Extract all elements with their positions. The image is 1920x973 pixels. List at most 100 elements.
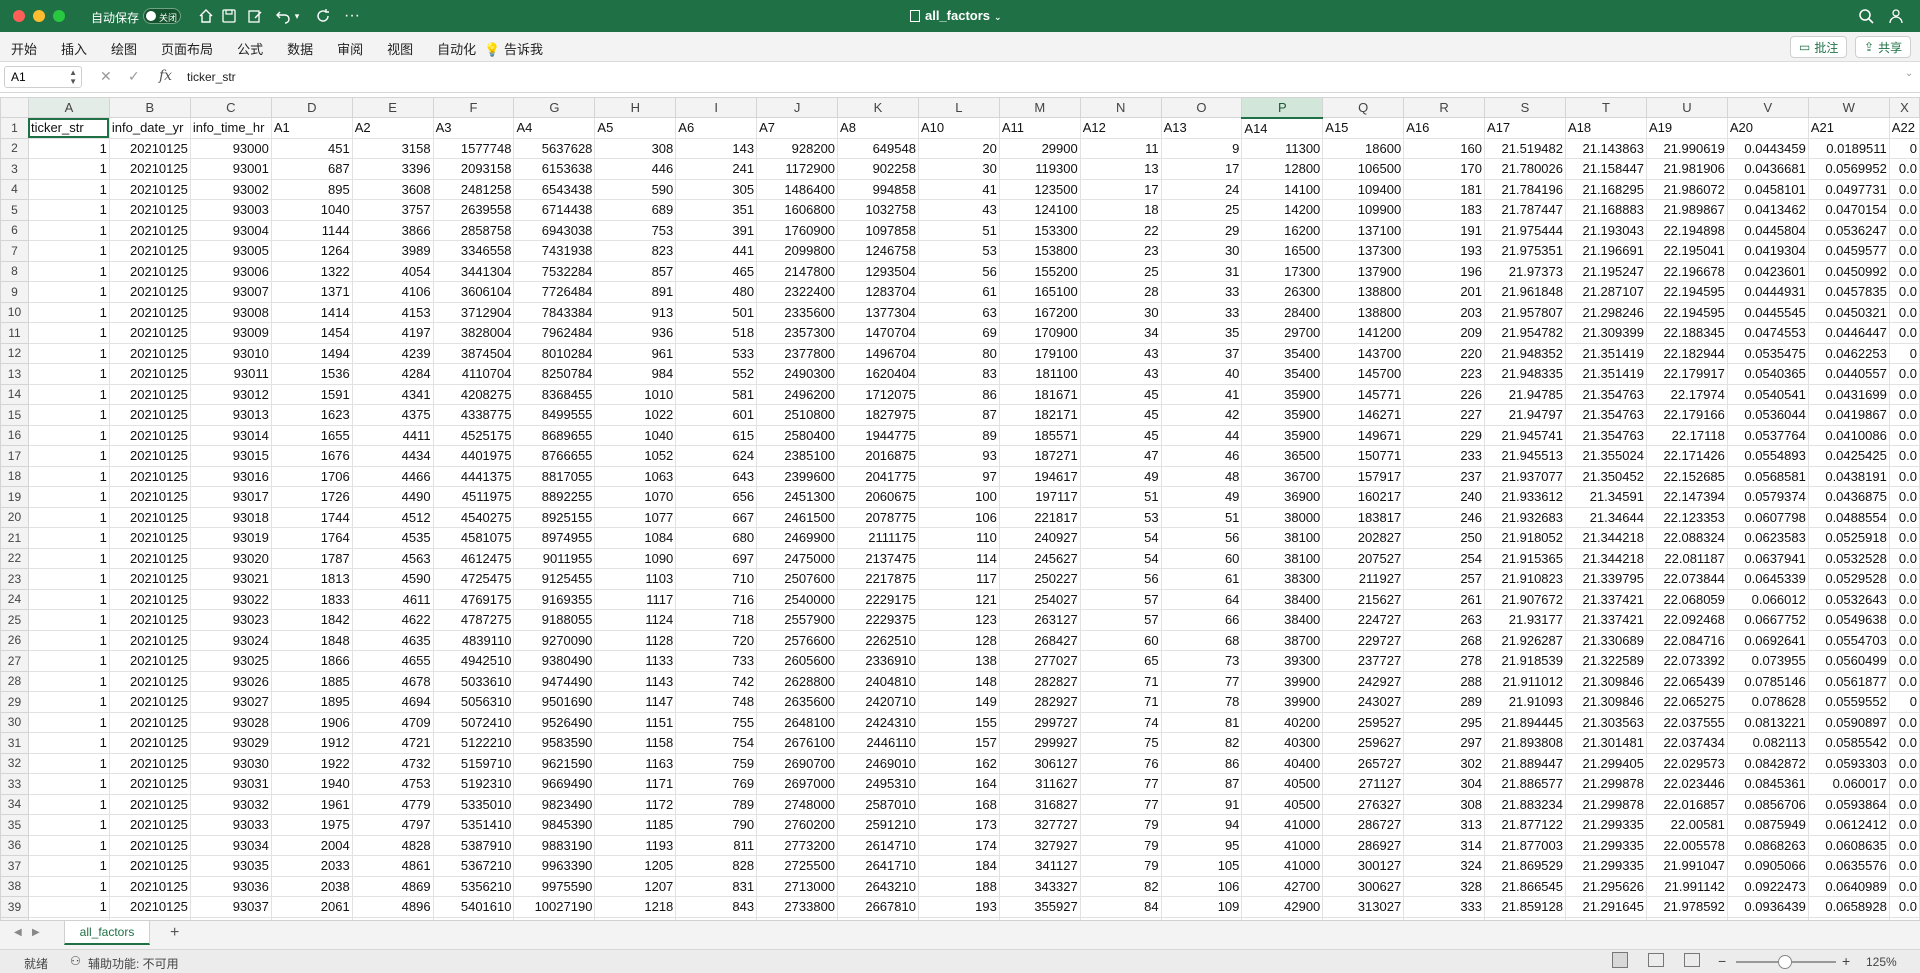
cell[interactable]: 1494 (271, 343, 353, 364)
cell[interactable]: 1764 (271, 527, 353, 549)
cell[interactable]: 21.355024 (1565, 445, 1647, 467)
cell[interactable]: 1172900 (756, 158, 839, 180)
cell[interactable]: 4441375 (433, 466, 515, 487)
cell[interactable]: 1706 (271, 466, 353, 487)
cell[interactable]: 286727 (1322, 814, 1405, 836)
cell[interactable]: 4797 (352, 814, 434, 836)
row-header[interactable]: 6 (0, 219, 29, 241)
cell[interactable]: 4197 (352, 322, 434, 344)
cell[interactable]: 25 (1080, 261, 1162, 282)
cell[interactable]: 2061 (271, 896, 353, 918)
cell[interactable]: 41 (1161, 384, 1243, 405)
cell[interactable]: 1 (28, 814, 110, 836)
cell[interactable]: 0.0 (1889, 384, 1920, 405)
cell[interactable]: 21.354763 (1565, 425, 1647, 446)
redo-icon[interactable] (314, 7, 332, 25)
cell[interactable]: 61 (1161, 568, 1243, 590)
cell[interactable]: 308 (594, 138, 677, 159)
cell[interactable]: 8368455 (513, 384, 596, 405)
row-header[interactable]: 4 (0, 178, 29, 200)
cell[interactable]: 87 (1161, 773, 1243, 795)
cell[interactable]: 1264 (271, 240, 353, 262)
cell[interactable]: 299927 (999, 732, 1081, 754)
cell[interactable]: 6153638 (513, 158, 596, 180)
cell[interactable]: 4239 (352, 343, 434, 364)
cell[interactable]: 0.0470154 (1808, 199, 1890, 221)
cell[interactable]: 17 (1161, 158, 1243, 180)
cell[interactable]: 20210125 (109, 343, 191, 364)
cell[interactable]: 302 (1403, 753, 1486, 774)
cell[interactable]: 0.0 (1889, 896, 1920, 918)
cell[interactable]: 21.869529 (1484, 855, 1566, 877)
next-sheet-icon[interactable]: ▶ (32, 927, 40, 938)
cell[interactable]: 203 (1403, 302, 1486, 323)
cell[interactable]: 1848 (271, 630, 353, 651)
cell[interactable]: 123500 (999, 179, 1081, 200)
cell[interactable]: 1 (28, 794, 110, 815)
cell[interactable]: 1 (28, 425, 110, 446)
cell[interactable]: 35900 (1241, 425, 1324, 446)
cell[interactable]: 21.989867 (1646, 199, 1728, 221)
cell[interactable]: 0.0459577 (1808, 240, 1890, 262)
cell[interactable]: 1885 (271, 671, 353, 692)
cell[interactable]: 0.0 (1889, 363, 1920, 385)
cell[interactable]: 1944775 (837, 425, 919, 446)
cell[interactable]: 1 (28, 568, 110, 590)
cell[interactable]: 4721 (352, 732, 434, 754)
cell[interactable]: 755 (675, 712, 758, 733)
cell[interactable]: 93003 (190, 199, 272, 221)
cell[interactable]: 2469900 (756, 527, 839, 549)
prev-sheet-icon[interactable]: ◀ (14, 927, 22, 938)
cell[interactable]: 4622 (352, 609, 434, 631)
cell[interactable]: 2557900 (756, 609, 839, 631)
cell[interactable]: 21.301481 (1565, 732, 1647, 754)
zoom-window-button[interactable] (53, 10, 65, 22)
row-header[interactable]: 19 (0, 486, 29, 508)
cell[interactable]: 0.0497731 (1808, 179, 1890, 200)
cell[interactable]: 9188055 (513, 609, 596, 631)
cell[interactable]: 1906 (271, 712, 353, 733)
cell[interactable]: 2033 (271, 855, 353, 877)
cell[interactable]: 6714438 (513, 199, 596, 221)
cell[interactable]: 43 (918, 199, 1000, 221)
column-header-x[interactable]: X (1888, 97, 1920, 118)
row-header[interactable]: 32 (0, 752, 29, 774)
cell[interactable]: 149671 (1322, 425, 1405, 446)
cell[interactable]: 268 (1403, 630, 1486, 651)
cell[interactable]: 78 (1161, 691, 1243, 713)
cell[interactable]: 1536 (271, 363, 353, 385)
cell[interactable]: 341127 (999, 855, 1081, 877)
cell[interactable]: 1283704 (837, 281, 919, 303)
cell[interactable]: 265727 (1322, 753, 1405, 774)
cell[interactable]: 300127 (1322, 855, 1405, 877)
cell[interactable]: 295 (1403, 712, 1486, 733)
row-header[interactable]: 8 (0, 260, 29, 282)
menu-review[interactable]: 审阅 (337, 39, 363, 58)
cell[interactable]: 93033 (190, 814, 272, 836)
cell[interactable]: 0.0845361 (1727, 773, 1809, 795)
cell[interactable]: 93005 (190, 240, 272, 262)
cell[interactable]: 1052 (594, 445, 677, 467)
cell[interactable]: 21.309846 (1565, 691, 1647, 713)
cell[interactable]: 1454 (271, 322, 353, 344)
cell[interactable]: 22.081187 (1646, 548, 1728, 569)
cell[interactable]: 38400 (1241, 609, 1324, 631)
cell[interactable]: 21.910823 (1484, 568, 1566, 590)
cell[interactable]: 2041775 (837, 466, 919, 487)
cell[interactable]: 3874504 (433, 343, 515, 364)
cell[interactable]: 1 (28, 548, 110, 569)
cell[interactable]: 37 (1161, 343, 1243, 364)
cell[interactable]: 76 (1080, 753, 1162, 774)
cell[interactable]: 80 (918, 343, 1000, 364)
cell[interactable]: 21.299335 (1565, 814, 1647, 836)
cell[interactable]: 1 (28, 445, 110, 467)
column-header-p[interactable]: P (1241, 97, 1324, 119)
cell[interactable]: 4732 (352, 753, 434, 774)
cell[interactable]: 1620404 (837, 363, 919, 385)
cell[interactable]: 0.0640989 (1808, 876, 1890, 897)
cell[interactable]: 581 (675, 384, 758, 405)
cell[interactable]: 47 (1080, 445, 1162, 467)
cell[interactable]: 21.784196 (1484, 179, 1566, 200)
cell[interactable]: 14100 (1241, 179, 1324, 200)
page-layout-view-icon[interactable] (1648, 953, 1664, 967)
